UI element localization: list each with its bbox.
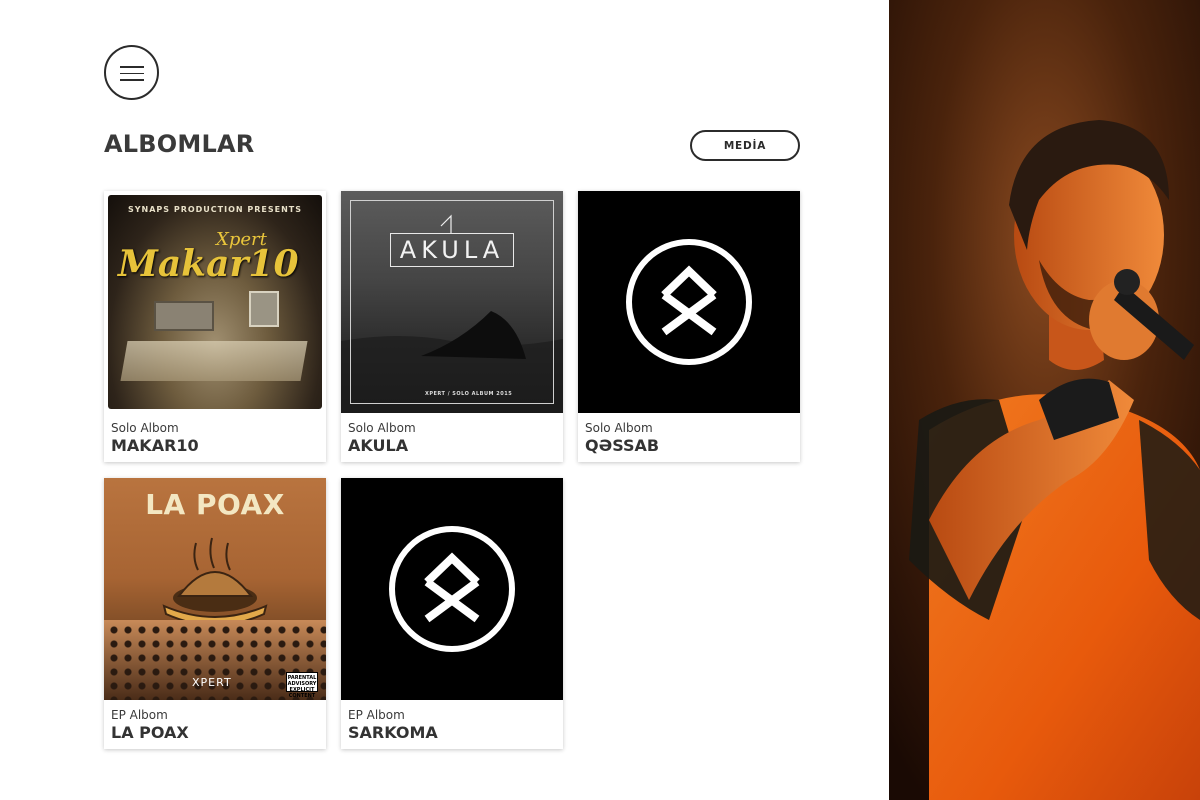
cover-radio-shape <box>154 301 214 331</box>
parental-advisory-badge: PARENTAL ADVISORY EXPLICIT CONTENT <box>286 672 318 699</box>
artist-photo <box>889 0 1200 800</box>
cover-frame-shape <box>249 291 279 327</box>
album-type: Solo Albom <box>585 421 653 435</box>
page-title: ALBOMLAR <box>104 130 255 158</box>
performer-illustration <box>889 0 1200 800</box>
menu-button[interactable] <box>104 45 159 100</box>
circle-rune-logo-icon <box>389 526 515 652</box>
cover-presents-text: SYNAPS PRODUCTION PRESENTS <box>127 205 303 214</box>
album-card[interactable]: Solo Albom QƏSSAB <box>578 191 800 462</box>
cover-title-text: Makar10 <box>118 243 299 285</box>
album-cover: AKULA XPERT / SOLO ALBUM 2015 <box>341 191 563 413</box>
album-title[interactable]: MAKAR10 <box>111 436 199 455</box>
album-type: EP Albom <box>348 708 405 722</box>
album-title[interactable]: QƏSSAB <box>585 436 659 455</box>
media-button[interactable]: MEDİA <box>690 130 800 161</box>
album-title[interactable]: AKULA <box>348 436 408 455</box>
cover-artist-text: XPERT <box>192 676 232 689</box>
hamburger-menu-icon-line <box>120 72 144 74</box>
album-type: Solo Albom <box>111 421 179 435</box>
cover-title-text: AKULA <box>390 233 514 267</box>
album-card[interactable]: AKULA XPERT / SOLO ALBUM 2015 Solo Albom… <box>341 191 563 462</box>
circle-rune-logo-icon <box>626 239 752 365</box>
album-cover <box>341 478 563 700</box>
album-card[interactable]: LA POAX XPERT PARENTAL ADVISORY EXPLICIT… <box>104 478 326 749</box>
album-cover <box>578 191 800 413</box>
album-cover: LA POAX XPERT PARENTAL ADVISORY EXPLICIT… <box>104 478 326 700</box>
album-type: Solo Albom <box>348 421 416 435</box>
hamburger-menu-icon-line <box>120 79 144 81</box>
cover-border <box>350 200 554 404</box>
album-title[interactable]: LA POAX <box>111 723 189 742</box>
album-card[interactable]: EP Albom SARKOMA <box>341 478 563 749</box>
album-card[interactable]: SYNAPS PRODUCTION PRESENTS Xpert Makar10… <box>104 191 326 462</box>
album-type: EP Albom <box>111 708 168 722</box>
album-cover: SYNAPS PRODUCTION PRESENTS Xpert Makar10 <box>104 191 326 413</box>
hamburger-menu-icon <box>120 66 144 68</box>
cover-table-shape <box>120 341 308 381</box>
cover-footer-text: XPERT / SOLO ALBUM 2015 <box>425 391 513 397</box>
album-title[interactable]: SARKOMA <box>348 723 438 742</box>
